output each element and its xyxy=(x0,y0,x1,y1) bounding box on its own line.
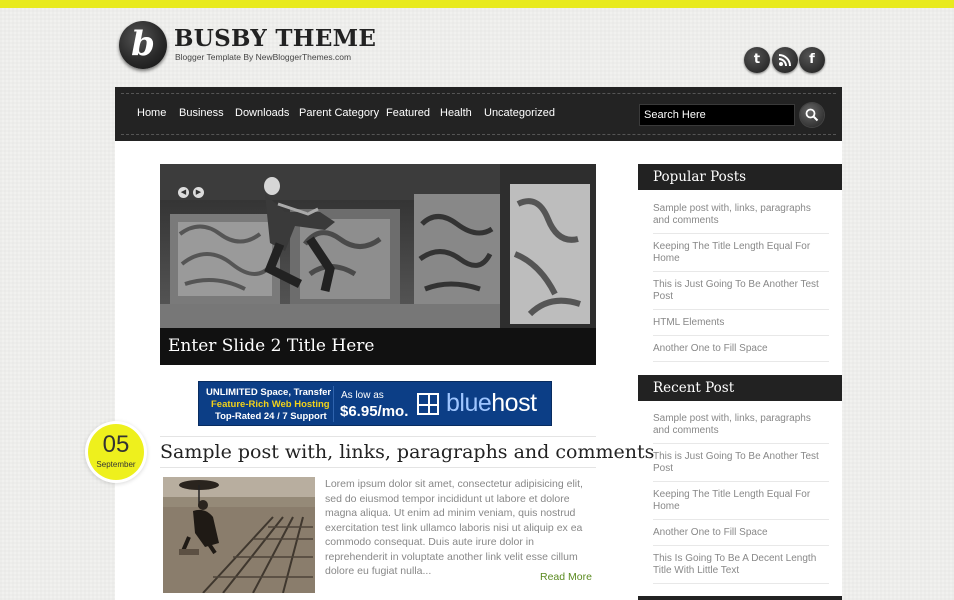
nav-item-business[interactable]: Business xyxy=(179,107,224,119)
date-badge: 05 September xyxy=(88,424,144,480)
read-more-link[interactable]: Read More xyxy=(540,571,592,583)
ad-brand: bluehost xyxy=(446,389,537,418)
post-title[interactable]: Sample post with, links, paragraphs and … xyxy=(160,441,654,463)
nav-item-home[interactable]: Home xyxy=(137,107,166,119)
divider xyxy=(653,271,829,272)
divider xyxy=(160,436,596,437)
twitter-icon[interactable]: t xyxy=(744,47,770,73)
divider xyxy=(653,443,829,444)
ad-brand-host: host xyxy=(491,389,537,417)
slider-prev-button[interactable]: ◀ xyxy=(178,187,189,198)
divider xyxy=(160,467,596,468)
post-thumbnail[interactable] xyxy=(163,477,315,593)
popular-post-link[interactable]: Keeping The Title Length Equal For Home xyxy=(653,241,829,265)
nav-item-parent-category[interactable]: Parent Category xyxy=(299,107,379,119)
ad-price-prefix: As low as xyxy=(341,390,384,401)
slider-next-button[interactable]: ▶ xyxy=(193,187,204,198)
divider xyxy=(653,233,829,234)
nav-item-health[interactable]: Health xyxy=(440,107,472,119)
search-button[interactable] xyxy=(800,103,824,127)
divider xyxy=(653,519,829,520)
nav-dashed-border-top xyxy=(121,93,836,94)
nav-item-uncategorized[interactable]: Uncategorized xyxy=(484,107,555,119)
divider xyxy=(653,309,829,310)
main-navigation: Home Business Downloads Parent Category … xyxy=(115,87,842,141)
date-day: 05 xyxy=(102,431,130,458)
popular-post-link[interactable]: HTML Elements xyxy=(653,317,829,329)
next-widget-title xyxy=(638,596,842,600)
post-excerpt: Lorem ipsum dolor sit amet, consectetur … xyxy=(325,478,583,577)
facebook-icon[interactable]: f xyxy=(799,47,825,73)
bluehost-ad-banner[interactable]: UNLIMITED Space, Transfer Feature-Rich W… xyxy=(198,381,552,426)
nav-dashed-border-bottom xyxy=(121,134,836,135)
recent-post-link[interactable]: Another One to Fill Space xyxy=(653,527,829,539)
date-month: September xyxy=(96,460,136,469)
ad-line-1: UNLIMITED Space, Transfer xyxy=(206,387,332,398)
recent-posts-title: Recent Post xyxy=(638,375,842,401)
rss-icon[interactable] xyxy=(772,47,798,73)
ad-line-2: Feature-Rich Web Hosting xyxy=(211,399,330,410)
popular-post-link[interactable]: Another One to Fill Space xyxy=(653,343,829,355)
ad-brand-blue: blue xyxy=(446,389,492,417)
popular-post-link[interactable]: This is Just Going To Be Another Test Po… xyxy=(653,279,829,303)
recent-post-link[interactable]: This is Just Going To Be Another Test Po… xyxy=(653,451,829,475)
ad-divider xyxy=(333,386,334,422)
logo-icon[interactable]: b xyxy=(119,21,167,69)
divider xyxy=(653,335,829,336)
site-title[interactable]: BUSBY THEME xyxy=(174,25,376,52)
popular-posts-title: Popular Posts xyxy=(638,164,842,190)
featured-slider[interactable]: ◀ ▶ Enter Slide 2 Title Here xyxy=(160,164,596,365)
search-icon xyxy=(805,108,819,122)
ad-price: $6.95/mo. xyxy=(340,403,409,420)
divider xyxy=(653,481,829,482)
slide-image xyxy=(160,164,596,328)
site-tagline: Blogger Template By NewBloggerThemes.com xyxy=(175,52,352,62)
bluehost-logo-icon xyxy=(417,393,439,415)
nav-item-featured[interactable]: Featured xyxy=(386,107,430,119)
divider xyxy=(653,545,829,546)
recent-post-link[interactable]: Sample post with, links, paragraphs and … xyxy=(653,413,829,437)
slide-caption[interactable]: Enter Slide 2 Title Here xyxy=(160,328,596,365)
recent-post-link[interactable]: This Is Going To Be A Decent Length Titl… xyxy=(653,553,829,577)
recent-post-link[interactable]: Keeping The Title Length Equal For Home xyxy=(653,489,829,513)
nav-item-downloads[interactable]: Downloads xyxy=(235,107,289,119)
popular-post-link[interactable]: Sample post with, links, paragraphs and … xyxy=(653,203,829,227)
divider xyxy=(653,583,829,584)
ad-line-3: Top-Rated 24 / 7 Support xyxy=(215,411,327,422)
search-input[interactable]: Search Here xyxy=(639,104,795,126)
divider xyxy=(653,361,829,362)
top-accent-bar xyxy=(0,0,954,8)
